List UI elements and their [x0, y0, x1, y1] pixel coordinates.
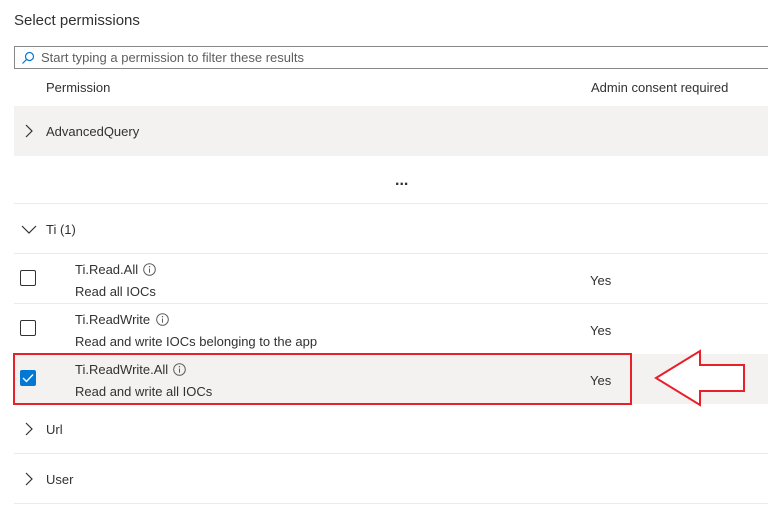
group-url[interactable]: Url — [14, 404, 768, 454]
column-header-permission[interactable]: Permission — [46, 80, 110, 95]
permission-name: Ti.Read.All — [75, 262, 139, 277]
permission-description: Read all IOCs — [75, 284, 156, 299]
search-input[interactable] — [41, 50, 741, 65]
group-label: User — [46, 471, 74, 487]
group-label: Url — [46, 421, 63, 437]
info-icon[interactable] — [156, 313, 169, 331]
chevron-down-icon[interactable] — [14, 224, 44, 234]
admin-consent-value: Yes — [590, 323, 612, 338]
admin-consent-value: Yes — [590, 273, 612, 288]
chevron-right-icon[interactable] — [14, 124, 44, 138]
highlight-box — [13, 353, 632, 405]
chevron-right-icon[interactable] — [14, 472, 44, 486]
search-box[interactable] — [14, 46, 768, 69]
group-label: AdvancedQuery — [46, 123, 140, 139]
group-ti[interactable]: Ti (1) — [14, 204, 768, 254]
group-user[interactable]: User — [14, 454, 768, 504]
more-indicator[interactable]: ... — [395, 172, 408, 190]
select-permissions-panel: Select permissions Permission Admin cons… — [0, 0, 768, 508]
permission-checkbox[interactable] — [20, 270, 36, 286]
search-icon — [19, 49, 37, 67]
permission-name: Ti.ReadWrite — [75, 312, 151, 327]
info-icon[interactable] — [143, 263, 156, 281]
chevron-right-icon[interactable] — [14, 422, 44, 436]
page-title: Select permissions — [14, 12, 140, 29]
group-advancedquery[interactable]: AdvancedQuery — [14, 106, 768, 156]
permission-checkbox[interactable] — [20, 320, 36, 336]
group-label: Ti (1) — [46, 221, 76, 237]
divider — [14, 503, 768, 504]
permission-description: Read and write IOCs belonging to the app — [75, 334, 318, 349]
permission-row-ti-read-all[interactable]: Ti.Read.All Read all IOCs Yes — [14, 254, 768, 304]
column-header-admin-consent[interactable]: Admin consent required — [591, 80, 728, 95]
